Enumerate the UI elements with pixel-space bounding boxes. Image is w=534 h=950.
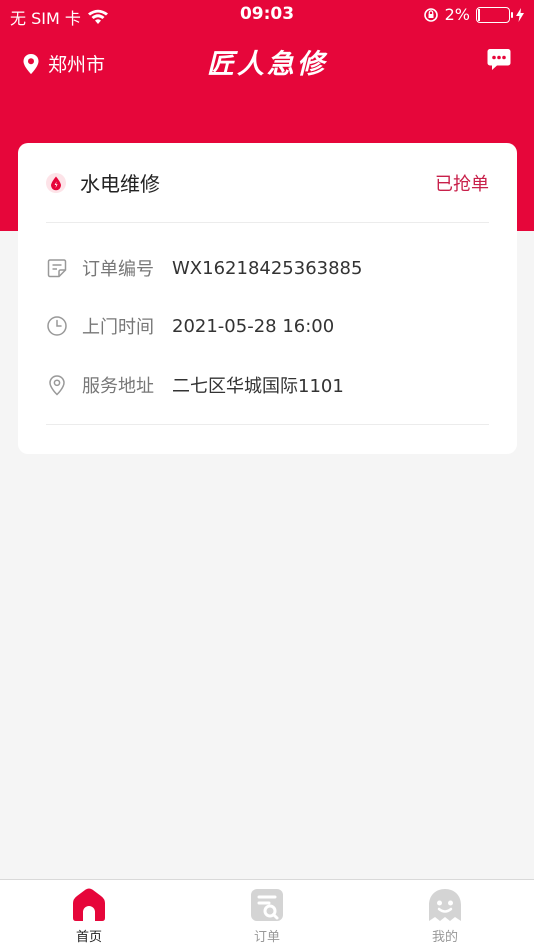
tab-home[interactable]: 首页 <box>39 888 139 945</box>
visit-time-row: 上门时间 2021-05-28 16:00 <box>46 311 489 341</box>
water-drop-icon <box>46 172 66 193</box>
clock-icon <box>47 316 67 336</box>
order-status-badge: 已抢单 <box>435 173 489 195</box>
location-pin-icon <box>49 375 65 396</box>
order-number-label: 订单编号 <box>82 259 154 280</box>
tab-orders[interactable]: 订单 <box>217 888 317 945</box>
orientation-lock-icon <box>423 7 438 22</box>
battery-icon <box>476 6 513 23</box>
service-address-value: 二七区华城国际1101 <box>172 376 344 397</box>
order-icon <box>251 889 283 921</box>
tab-profile-label: 我的 <box>431 930 458 945</box>
top-nav: 郑州市 匠人急修 <box>0 38 534 86</box>
tab-orders-label: 订单 <box>253 930 280 945</box>
status-bar: 无 SIM 卡 09:03 2% <box>0 0 534 30</box>
tab-profile[interactable]: 我的 <box>395 888 495 945</box>
visit-time-value: 2021-05-28 16:00 <box>172 315 335 337</box>
service-address-label: 服务地址 <box>82 376 154 397</box>
status-right: 2% <box>423 5 524 24</box>
home-icon <box>73 888 105 921</box>
message-bubble-icon[interactable] <box>486 46 512 72</box>
brand-logo-text: 匠人急修 <box>207 49 327 80</box>
profile-icon <box>429 889 461 921</box>
battery-percent: 2% <box>444 5 470 24</box>
visit-time-label: 上门时间 <box>82 317 154 338</box>
service-address-row: 服务地址 二七区华城国际1101 <box>46 370 489 400</box>
order-number-value: WX16218425363885 <box>172 257 363 279</box>
order-number-row: 订单编号 WX16218425363885 <box>46 253 489 283</box>
tab-home-label: 首页 <box>75 930 102 945</box>
charging-bolt-icon <box>516 7 524 22</box>
order-card[interactable]: 水电维修 已抢单 订单编号 WX16218425363885 上门时间 2021… <box>18 143 517 454</box>
order-note-icon <box>47 259 67 278</box>
bottom-tab-bar: 首页 订单 我的 <box>0 879 534 950</box>
service-name: 水电维修 <box>80 172 160 196</box>
order-card-header: 水电维修 已抢单 <box>46 143 489 223</box>
card-divider <box>46 424 489 425</box>
